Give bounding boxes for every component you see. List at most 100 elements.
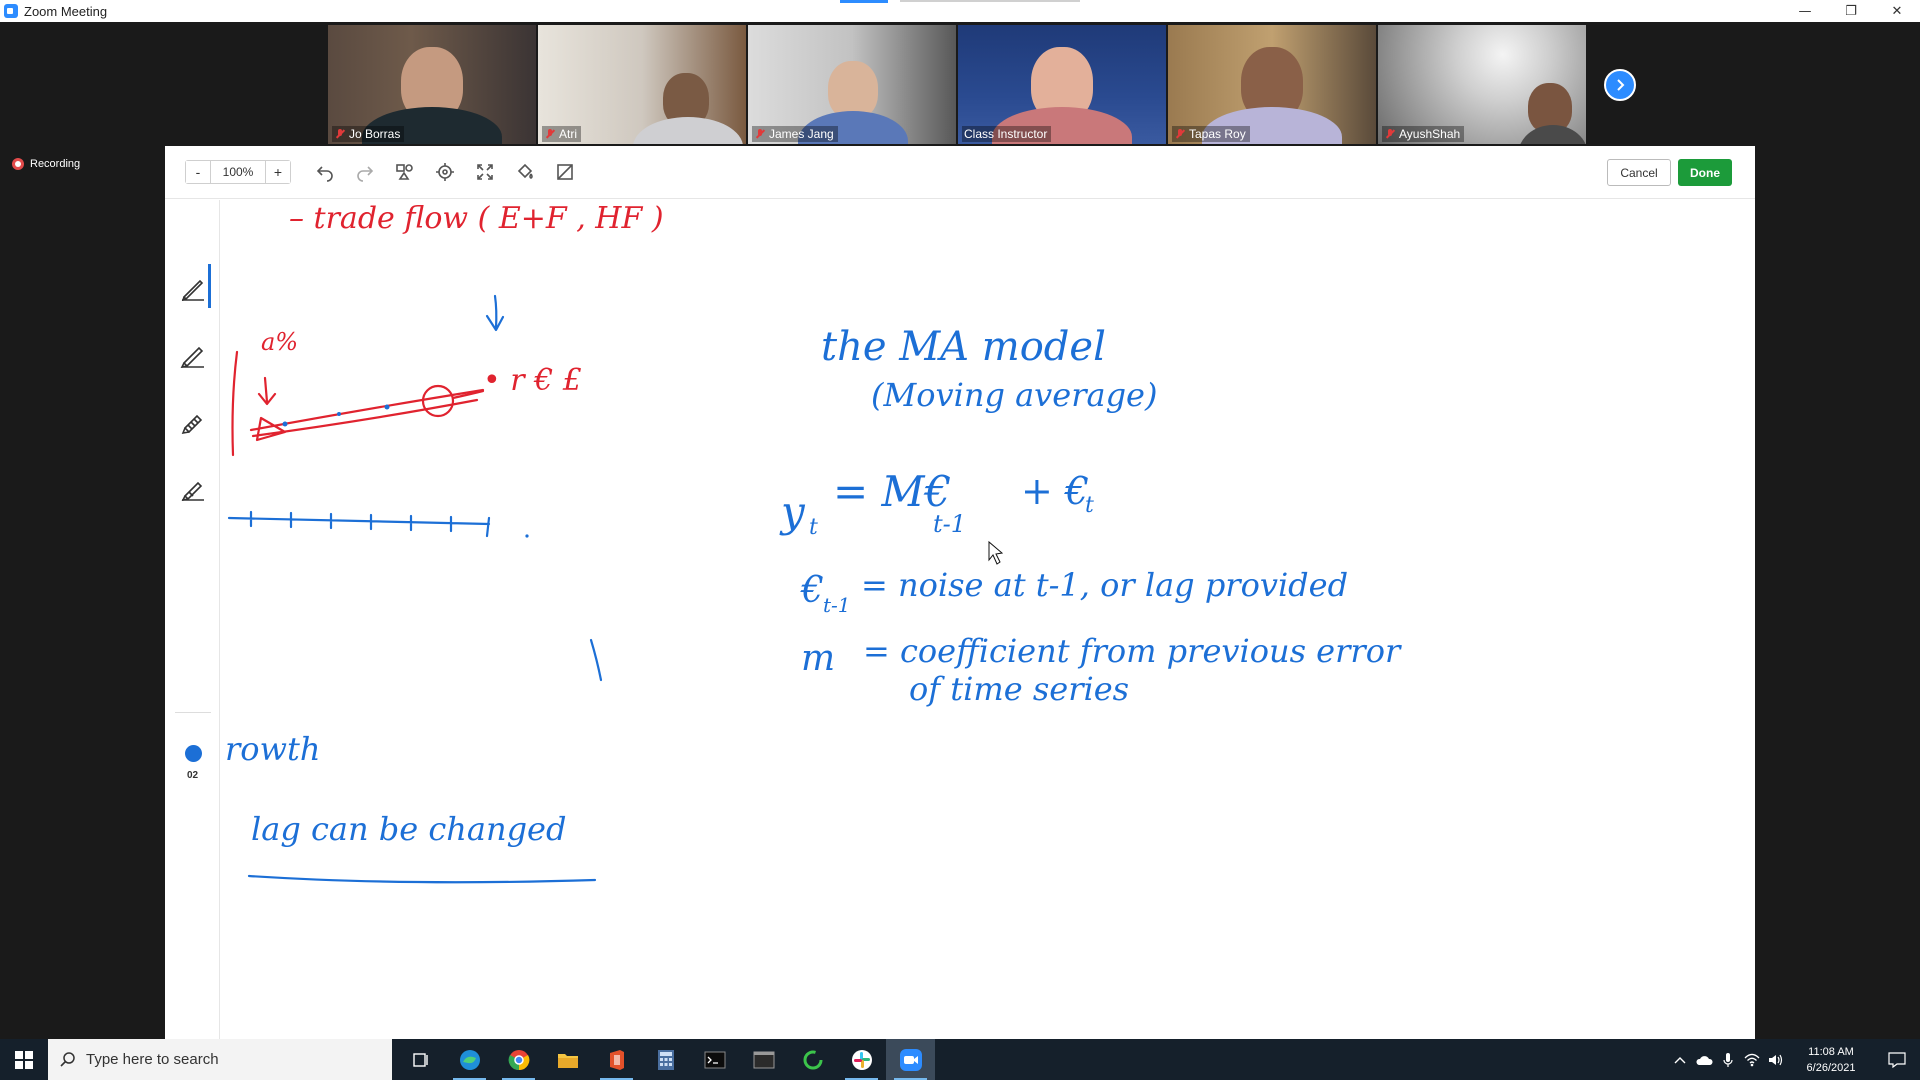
underline-stroke (247, 874, 597, 884)
taskbar-clock[interactable]: 11:08 AM 6/26/2021 (1788, 1044, 1874, 1076)
task-view-icon (412, 1052, 428, 1067)
blue-dot (282, 421, 288, 427)
office-icon (609, 1049, 624, 1070)
start-button[interactable] (0, 1039, 48, 1080)
chevron-up-icon (1674, 1056, 1686, 1063)
participant-name: Class Instructor (964, 127, 1048, 141)
pen-icon (181, 279, 204, 301)
equation-lhs: y (779, 487, 806, 536)
participant-tile[interactable]: Atri (538, 25, 746, 144)
calligraphy-tool[interactable] (177, 472, 209, 504)
pen-size-label[interactable]: 02 (165, 770, 220, 781)
microphone-button[interactable] (1716, 1039, 1740, 1080)
sync-ring-icon (803, 1050, 822, 1069)
taskbar-app-chrome[interactable] (494, 1039, 543, 1080)
eraser-icon (557, 164, 573, 180)
taskbar-app-calculator[interactable] (641, 1039, 690, 1080)
blue-ink-note: rowth (225, 730, 320, 768)
tab-strip (900, 0, 1080, 2)
taskbar-app-slack[interactable] (837, 1039, 886, 1080)
cancel-button[interactable]: Cancel (1607, 159, 1671, 186)
mic-muted-icon (754, 128, 766, 140)
highlighter-icon (181, 414, 203, 435)
close-button[interactable]: ✕ (1874, 0, 1920, 22)
taskbar-app-window[interactable] (739, 1039, 788, 1080)
onedrive-button[interactable] (1692, 1039, 1716, 1080)
search-icon (60, 1051, 75, 1067)
red-wedge-strokes (249, 388, 485, 442)
next-gallery-page-button[interactable] (1604, 69, 1636, 101)
speaker-icon (1769, 1054, 1783, 1065)
red-circle (421, 384, 455, 418)
definition-sub: t-1 (823, 593, 851, 617)
crosshair-icon (436, 163, 454, 181)
system-tray: 11:08 AM 6/26/2021 (1668, 1039, 1920, 1080)
equation-sub: t-1 (933, 510, 966, 538)
taskbar-app-zoom[interactable] (886, 1039, 935, 1080)
zoom-in-button[interactable]: + (266, 161, 290, 183)
blue-arrow (485, 294, 505, 332)
participant-tile[interactable]: Jo Borras (328, 25, 536, 144)
task-view-button[interactable] (396, 1039, 445, 1080)
participant-tile[interactable]: Tapas Roy (1168, 25, 1376, 144)
annotation-toolbar: - 100% + Cancel Done (165, 146, 1755, 199)
show-hidden-icons-button[interactable] (1668, 1039, 1692, 1080)
definition-symbol: € (800, 570, 824, 611)
red-ink-vertical-stroke (231, 350, 239, 457)
taskbar-app-terminal[interactable] (690, 1039, 739, 1080)
participant-gallery: Jo Borras Atri James Jang Class Instruct… (328, 25, 1586, 144)
slack-icon (851, 1049, 872, 1070)
blue-ink-heading-sub: (Moving average) (871, 376, 1157, 414)
taskbar-search-box[interactable]: Type here to search (48, 1039, 392, 1080)
notification-icon (1888, 1051, 1906, 1068)
zoom-control: - 100% + (185, 160, 291, 184)
participant-tile[interactable]: AyushShah (1378, 25, 1586, 144)
zoom-level[interactable]: 100% (210, 161, 266, 183)
recording-label: Recording (30, 158, 81, 170)
participant-tile-active-speaker[interactable]: Class Instructor (958, 25, 1166, 144)
fit-screen-button[interactable] (465, 157, 505, 187)
participant-name: Atri (559, 127, 577, 141)
pen-tool[interactable] (177, 264, 211, 308)
edge-browser-icon (459, 1049, 480, 1070)
pen-panel: 02 (165, 200, 220, 1039)
zoom-out-button[interactable]: - (186, 161, 210, 183)
redo-button[interactable] (345, 157, 385, 187)
marker-tool[interactable] (177, 339, 209, 371)
spotlight-button[interactable] (425, 157, 465, 187)
restore-button[interactable]: ❐ (1828, 0, 1874, 22)
pen-color-swatch[interactable] (185, 745, 202, 762)
calligraphy-pen-icon (181, 481, 204, 501)
fill-button[interactable] (505, 157, 545, 187)
taskbar-app-sync[interactable] (788, 1039, 837, 1080)
microphone-icon (1723, 1052, 1733, 1067)
blue-stroke (589, 638, 603, 682)
taskbar-app-edge[interactable] (445, 1039, 494, 1080)
participant-tile[interactable]: James Jang (748, 25, 956, 144)
done-button[interactable]: Done (1678, 159, 1732, 186)
search-placeholder: Type here to search (86, 1051, 219, 1068)
blue-dot (384, 404, 390, 410)
terminal-icon (704, 1051, 725, 1068)
drawing-canvas[interactable]: – trade flow ( E+F , HF ) a% • r € £ row… (221, 200, 1755, 1039)
cloud-icon (1696, 1055, 1713, 1065)
red-arrow (257, 376, 277, 406)
shapes-button[interactable] (385, 157, 425, 187)
chevron-right-icon (1617, 79, 1625, 91)
whiteboard-editor: - 100% + Cancel Done 02 – trade flow (E… (165, 146, 1755, 1039)
recording-indicator[interactable]: Recording (12, 158, 80, 170)
red-ink-note: • r € £ (483, 363, 582, 398)
network-button[interactable] (1740, 1039, 1764, 1080)
expand-icon (477, 164, 493, 180)
mic-muted-icon (1174, 128, 1186, 140)
taskbar-app-explorer[interactable] (543, 1039, 592, 1080)
active-tab-indicator (840, 0, 888, 3)
red-ink-title: – trade flow ( E+F , HF ) (289, 201, 664, 236)
undo-button[interactable] (305, 157, 345, 187)
notifications-button[interactable] (1874, 1051, 1920, 1068)
taskbar-app-office[interactable] (592, 1039, 641, 1080)
minimize-button[interactable]: — (1782, 0, 1828, 22)
clear-button[interactable] (545, 157, 585, 187)
volume-button[interactable] (1764, 1039, 1788, 1080)
highlighter-tool[interactable] (177, 406, 209, 438)
